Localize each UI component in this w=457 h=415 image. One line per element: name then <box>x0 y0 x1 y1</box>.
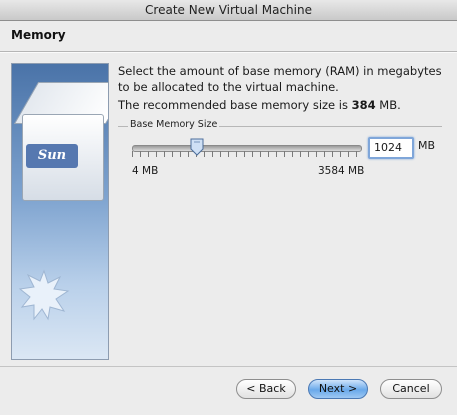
recommended-value: 384 <box>351 98 376 112</box>
window-title: Create New Virtual Machine <box>0 0 457 21</box>
footer-divider <box>0 366 457 367</box>
page-header: Memory <box>0 21 457 52</box>
page-title: Memory <box>11 28 66 42</box>
next-button[interactable]: Next > <box>308 379 368 399</box>
back-button[interactable]: < Back <box>236 379 296 399</box>
description-text: Select the amount of base memory (RAM) i… <box>118 64 442 94</box>
slider-ticks <box>132 151 362 157</box>
base-memory-group: Base Memory Size 1024 MB 4 MB 3584 MB <box>118 119 442 181</box>
slider-min-label: 4 MB <box>132 165 159 177</box>
content-area: Select the amount of base memory (RAM) i… <box>118 63 446 113</box>
sun-logo: Sun <box>26 144 78 168</box>
cancel-button[interactable]: Cancel <box>380 379 442 399</box>
wizard-sidebar-image: Sun <box>11 63 109 360</box>
recommendation-prefix: The recommended base memory size is <box>118 98 352 112</box>
header-divider <box>0 52 457 53</box>
recommendation-text: The recommended base memory size is 384 … <box>118 97 446 113</box>
memory-slider-thumb[interactable] <box>190 138 204 156</box>
memory-unit-label: MB <box>418 139 436 152</box>
slider-max-label: 3584 MB <box>318 165 365 177</box>
base-memory-label: Base Memory Size <box>128 119 220 130</box>
recommendation-suffix: MB. <box>375 98 401 112</box>
starburst-icon <box>18 269 70 321</box>
memory-size-input[interactable]: 1024 <box>368 137 414 159</box>
